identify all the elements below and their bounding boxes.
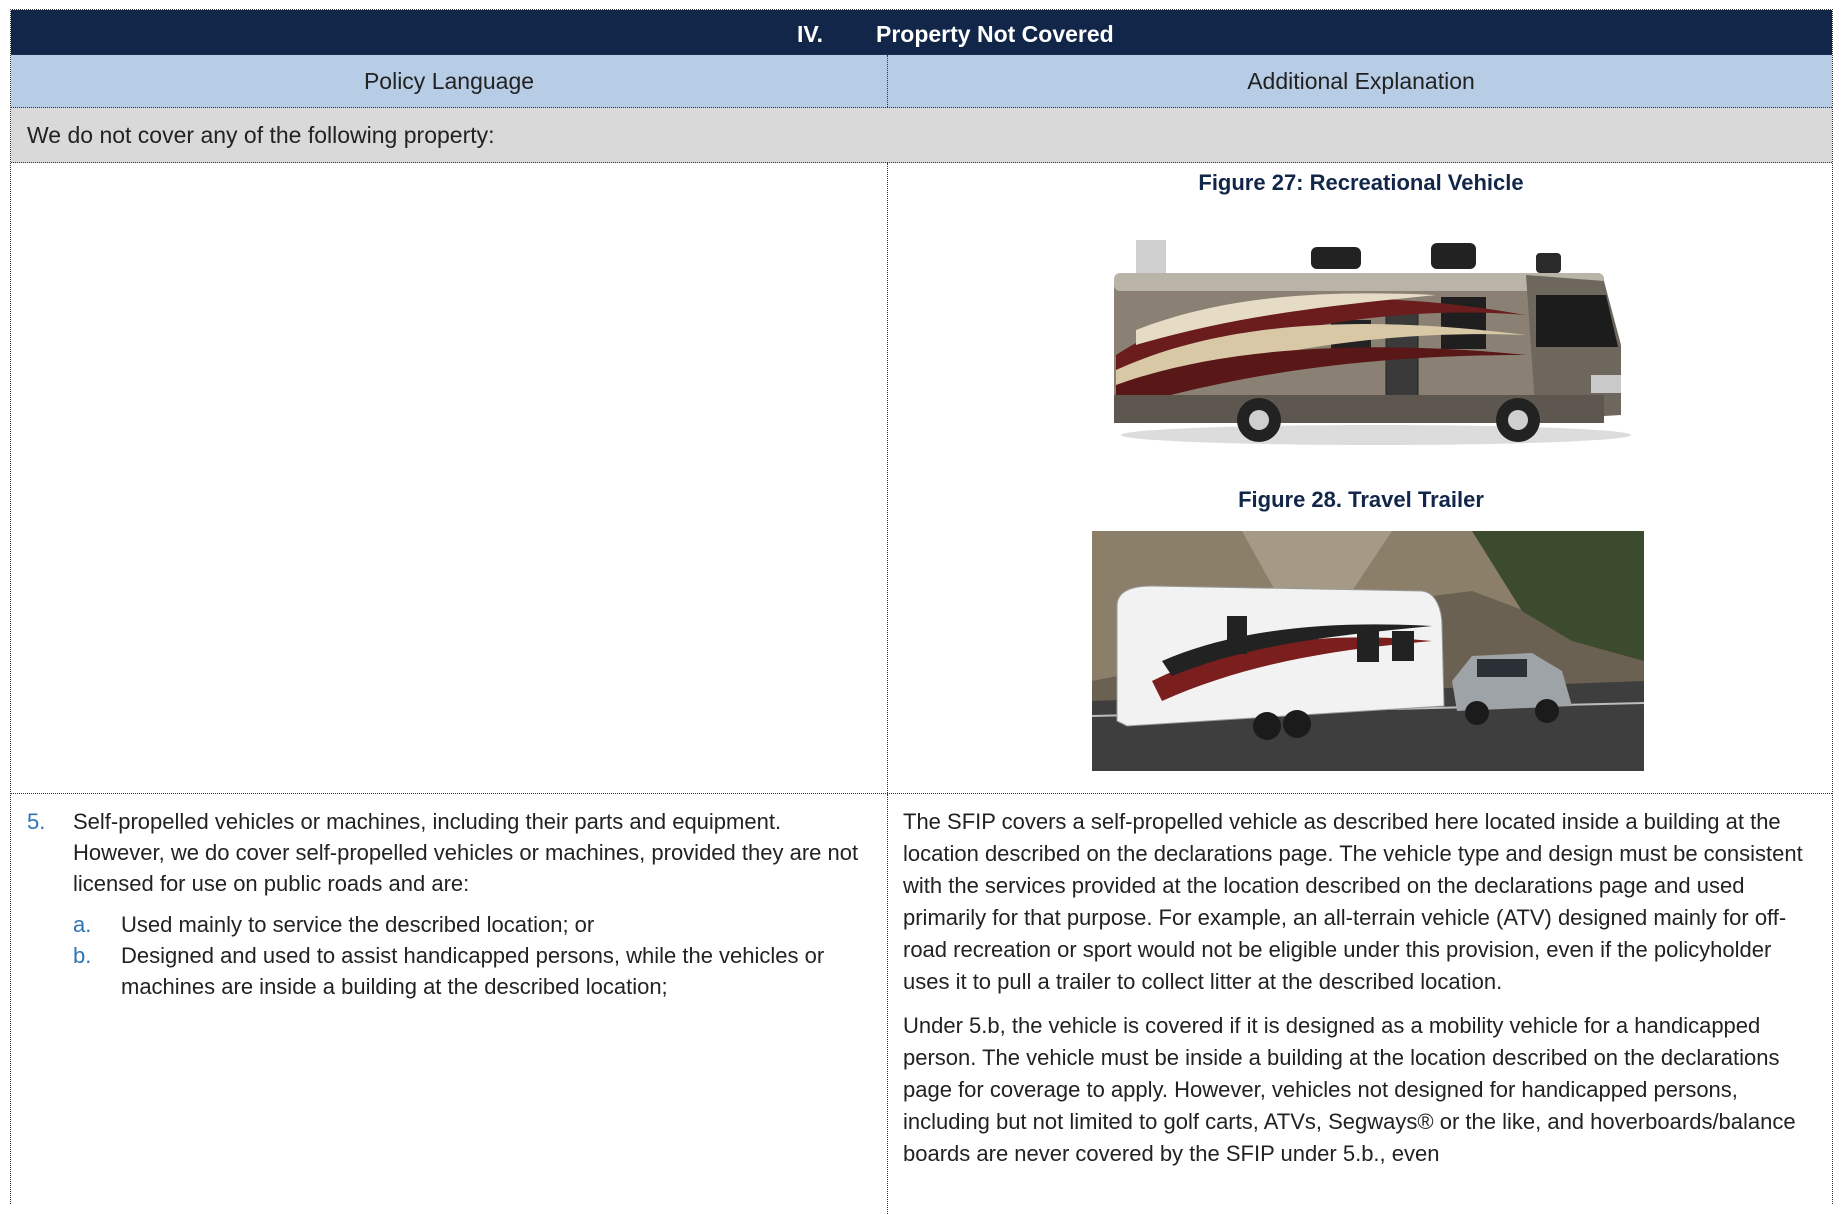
explanation-paragraph: The SFIP covers a self-propelled vehicle… <box>903 809 1803 994</box>
column-divider <box>887 794 888 1214</box>
section-title-bar: IV. Property Not Covered <box>11 10 1832 55</box>
column-header-row: Policy Language Additional Explanation <box>11 55 1832 108</box>
travel-trailer-image <box>1092 531 1644 771</box>
subitem-letter: b. <box>73 943 92 968</box>
recreational-vehicle-image <box>1114 240 1631 445</box>
intro-row: We do not cover any of the following pro… <box>11 108 1832 163</box>
row-divider <box>11 793 1832 794</box>
policy-item-text: Self-propelled vehicles or machines, inc… <box>73 809 859 896</box>
column-header-additional-explanation: Additional Explanation <box>1247 68 1475 94</box>
section-title: Property Not Covered <box>876 21 1114 47</box>
intro-text: We do not cover any of the following pro… <box>27 122 495 148</box>
policy-item-number: 5. <box>27 809 46 834</box>
explanation-paragraph: Under 5.b, the vehicle is covered if it … <box>903 1013 1796 1166</box>
subitem-letter: a. <box>73 912 92 937</box>
figure-27-caption: Figure 27: Recreational Vehicle <box>1198 170 1524 195</box>
policy-subitem-b: b. Designed and used to assist handicapp… <box>73 940 873 1002</box>
policy-item-5: 5. Self-propelled vehicles or machines, … <box>27 806 873 1002</box>
subitem-text: Used mainly to service the described loc… <box>121 912 595 937</box>
column-divider <box>887 163 888 793</box>
figure-28-caption: Figure 28. Travel Trailer <box>1238 487 1484 512</box>
property-not-covered-table: IV. Property Not Covered Policy Language… <box>10 9 1833 1214</box>
column-header-policy-language: Policy Language <box>11 55 888 107</box>
subitem-text: Designed and used to assist handicapped … <box>121 943 825 999</box>
policy-subitem-a: a. Used mainly to service the described … <box>73 909 873 940</box>
additional-explanation: The SFIP covers a self-propelled vehicle… <box>903 806 1819 1182</box>
section-number: IV. <box>797 21 824 47</box>
